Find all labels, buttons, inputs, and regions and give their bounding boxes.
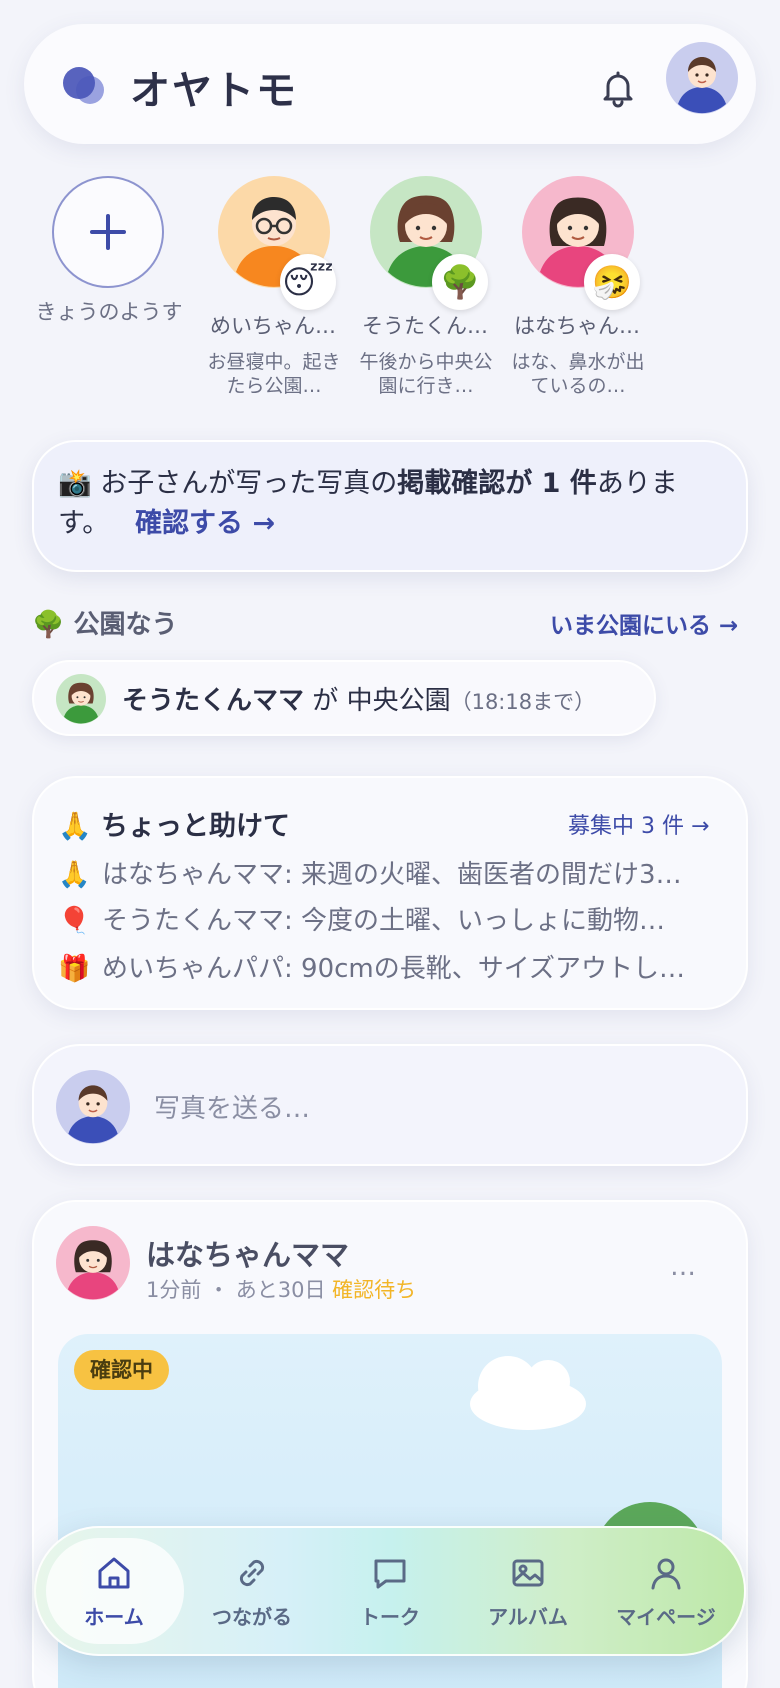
chat-icon (374, 1559, 406, 1588)
photo-confirm-text: 📸 お子さんが写った写真の掲載確認が 1 件あります。 確認する → (58, 468, 678, 539)
tree-icon: 🌳 (32, 610, 65, 640)
sleeping-status-icon: 😴 (280, 254, 336, 310)
help-item[interactable]: 🎈 そうたくんママ: 今度の土曜、いっしょに動物… (58, 900, 720, 937)
pray-icon: 🙏 (58, 811, 92, 842)
story-name: そうたくん… (362, 314, 488, 338)
at-park-link[interactable]: いま公園にいる → (550, 606, 738, 640)
person-icon (651, 1558, 681, 1589)
app-title: オヤトモ (130, 68, 298, 114)
link-icon (239, 1559, 265, 1586)
pending-badge: 確認待ち (332, 1278, 417, 1302)
post-author-name[interactable]: はなちゃんママ (146, 1232, 349, 1274)
app-logo-icon (63, 67, 104, 104)
help-count-link[interactable]: 募集中 3 件 → (568, 808, 709, 840)
plus-icon (90, 214, 126, 250)
help-card-title: 🙏 ちょっと助けて (58, 811, 291, 842)
nav-home[interactable]: ホーム (44, 1538, 184, 1644)
camera-icon: 📸 (58, 468, 92, 499)
nav-connect[interactable]: つながる (182, 1538, 322, 1644)
add-story-label: きょうのようす (35, 300, 183, 324)
help-item[interactable]: 🙏 はなちゃんママ: 来週の火曜、歯医者の間だけ3… (58, 854, 720, 891)
park-section-title: 🌳 公園なう (32, 610, 178, 640)
user-avatar[interactable] (666, 42, 738, 114)
album-icon (512, 1559, 544, 1586)
add-story-button[interactable] (52, 176, 164, 288)
nav-talk[interactable]: トーク (320, 1538, 460, 1644)
nav-mypage[interactable]: マイページ (596, 1538, 736, 1644)
confirm-link[interactable]: 確認する → (135, 508, 275, 539)
bell-icon[interactable] (594, 64, 642, 112)
park-user-avatar (56, 674, 106, 724)
nav-album[interactable]: アルバム (458, 1538, 598, 1644)
gift-icon: 🎁 (58, 954, 91, 984)
composer-avatar (56, 1070, 130, 1144)
post-meta: 1分前 ・ あと30日 確認待ち (146, 1278, 417, 1302)
story-note: お昼寝中。起きたら公園… (207, 351, 341, 397)
post-author-avatar[interactable] (56, 1226, 130, 1300)
sneezing-status-icon: 🤧 (584, 254, 640, 310)
home-icon (98, 1557, 130, 1588)
tree-status-icon: 🌳 (432, 254, 488, 310)
review-status-chip: 確認中 (74, 1350, 169, 1390)
park-checkin-text: そうたくんママ が 中央公園（18:18まで） (122, 686, 596, 716)
story-note: はな、鼻水が出ているの… (511, 351, 645, 397)
send-photo-input[interactable]: 写真を送る… (154, 1088, 310, 1125)
story-name: はなちゃん… (514, 314, 640, 338)
pray-icon: 🙏 (58, 860, 91, 890)
more-options-button[interactable]: … (670, 1252, 698, 1282)
photo-composer[interactable] (32, 1044, 748, 1166)
help-item[interactable]: 🎁 めいちゃんパパ: 90cmの長靴、サイズアウトし… (58, 948, 720, 985)
balloon-icon: 🎈 (58, 906, 91, 936)
story-note: 午後から中央公園に行き… (359, 351, 493, 397)
story-name: めいちゃん… (210, 314, 336, 338)
